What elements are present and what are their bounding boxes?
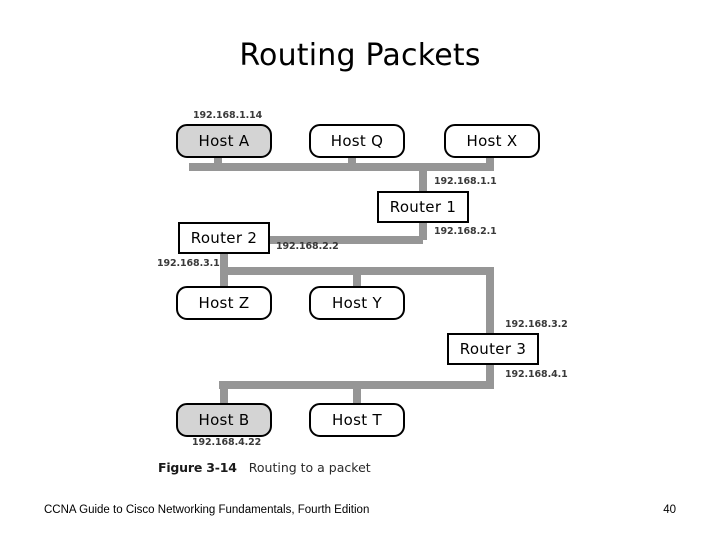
ip-router-2-right: 192.168.2.2 xyxy=(276,241,339,252)
ip-router-3-top: 192.168.3.2 xyxy=(505,319,568,330)
node-label-host-z: Host Z xyxy=(198,294,250,312)
ip-router-2-bottom: 192.168.3.1 xyxy=(157,258,220,269)
node-label-router-2: Router 2 xyxy=(190,229,258,247)
node-router-1[interactable]: Router 1 xyxy=(377,191,469,223)
figure-number: Figure 3-14 xyxy=(158,460,237,475)
ip-router-1-top: 192.168.1.1 xyxy=(434,176,497,187)
node-router-2[interactable]: Router 2 xyxy=(178,222,270,254)
node-label-router-3: Router 3 xyxy=(459,340,527,358)
node-host-x[interactable]: Host X xyxy=(444,124,540,158)
footer-page-number: 40 xyxy=(663,504,676,516)
slide-footer: CCNA Guide to Cisco Networking Fundament… xyxy=(0,500,720,530)
node-host-t[interactable]: Host T xyxy=(309,403,405,437)
node-label-host-x: Host X xyxy=(466,132,518,150)
node-host-b[interactable]: Host B xyxy=(176,403,272,437)
ip-router-3-bottom: 192.168.4.1 xyxy=(505,369,568,380)
node-host-a[interactable]: Host A xyxy=(176,124,272,158)
ip-host-a: 192.168.1.14 xyxy=(193,110,263,121)
node-label-host-y: Host Y xyxy=(332,294,382,312)
node-router-3[interactable]: Router 3 xyxy=(447,333,539,365)
node-label-host-q: Host Q xyxy=(330,132,384,150)
node-label-host-b: Host B xyxy=(198,411,250,429)
figure-caption: Figure 3-14 Routing to a packet xyxy=(158,460,371,475)
ip-host-b: 192.168.4.22 xyxy=(192,437,262,448)
node-host-y[interactable]: Host Y xyxy=(309,286,405,320)
node-host-z[interactable]: Host Z xyxy=(176,286,272,320)
network-diagram: Host A Host Q Host X Router 1 Router 2 Host Z… xyxy=(0,0,720,500)
ip-router-1-bottom: 192.168.2.1 xyxy=(434,226,497,237)
node-host-q[interactable]: Host Q xyxy=(309,124,405,158)
node-label-host-a: Host A xyxy=(198,132,250,150)
node-label-router-1: Router 1 xyxy=(389,198,457,216)
figure-caption-text: Routing to a packet xyxy=(248,460,371,475)
node-label-host-t: Host T xyxy=(332,411,382,429)
footer-book-title: CCNA Guide to Cisco Networking Fundament… xyxy=(44,504,370,516)
